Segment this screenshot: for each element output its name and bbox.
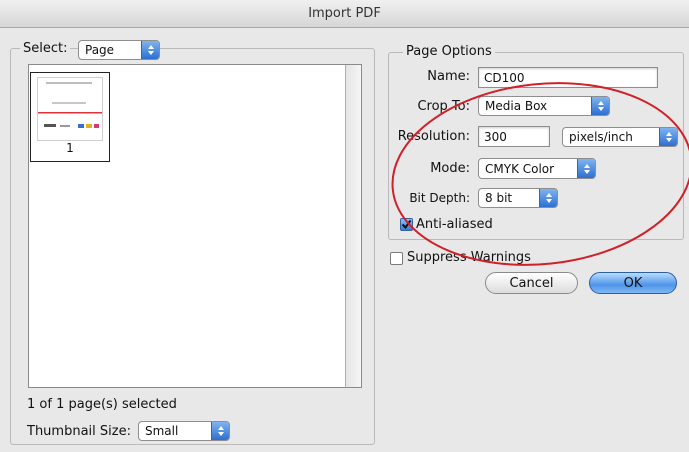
updown-arrows-icon	[141, 41, 159, 59]
window-title: Import PDF	[308, 6, 381, 21]
mode-value: CMYK Color	[485, 161, 555, 176]
suppress-warnings-label: Suppress Warnings	[407, 250, 531, 265]
select-popup-value: Page	[85, 43, 115, 57]
mode-label: Mode:	[430, 161, 470, 176]
title-bar: Import PDF	[0, 0, 689, 28]
thumbnail-size-label: Thumbnail Size:	[27, 424, 131, 439]
thumbnail-preview-image	[38, 82, 102, 128]
thumbnail-list-scrollbar[interactable]	[345, 65, 361, 387]
anti-aliased-label: Anti-aliased	[416, 217, 493, 232]
thumbnail-page-number: 1	[66, 141, 74, 155]
thumbnail-size-value: Small	[145, 424, 179, 438]
selection-status: 1 of 1 page(s) selected	[27, 397, 177, 412]
thumbnail-page-preview	[37, 77, 103, 141]
select-label: Select:	[20, 41, 71, 56]
bit-depth-label: Bit Depth:	[409, 191, 470, 205]
updown-arrows-icon	[539, 189, 557, 207]
suppress-warnings-checkbox[interactable]	[390, 252, 403, 265]
resolution-unit-value: pixels/inch	[569, 130, 633, 144]
anti-aliased-checkbox[interactable]	[400, 218, 413, 231]
resolution-field[interactable]: 300	[478, 126, 550, 147]
crop-to-popup[interactable]: Media Box	[478, 96, 610, 116]
crop-to-label: Crop To:	[417, 99, 470, 114]
updown-arrows-icon	[577, 159, 595, 178]
updown-arrows-icon	[591, 97, 609, 115]
crop-to-value: Media Box	[485, 99, 548, 113]
bit-depth-popup[interactable]: 8 bit	[478, 188, 558, 208]
page-thumbnail[interactable]: 1	[30, 72, 110, 162]
name-field[interactable]: CD100	[478, 67, 658, 88]
name-label: Name:	[427, 69, 470, 84]
updown-arrows-icon	[211, 422, 229, 440]
select-popup[interactable]: Page	[78, 40, 160, 60]
mode-popup[interactable]: CMYK Color	[478, 158, 596, 179]
page-options-legend: Page Options	[403, 44, 495, 59]
cancel-button[interactable]: Cancel	[485, 272, 578, 294]
checkmark-icon	[401, 219, 412, 230]
thumbnail-size-popup[interactable]: Small	[138, 421, 230, 441]
resolution-unit-popup[interactable]: pixels/inch	[562, 127, 678, 147]
resolution-field-value: 300	[484, 129, 507, 144]
bit-depth-value: 8 bit	[485, 191, 513, 205]
updown-arrows-icon	[659, 128, 677, 146]
resolution-label: Resolution:	[397, 129, 470, 144]
ok-button[interactable]: OK	[589, 272, 677, 294]
name-field-value: CD100	[484, 70, 525, 85]
